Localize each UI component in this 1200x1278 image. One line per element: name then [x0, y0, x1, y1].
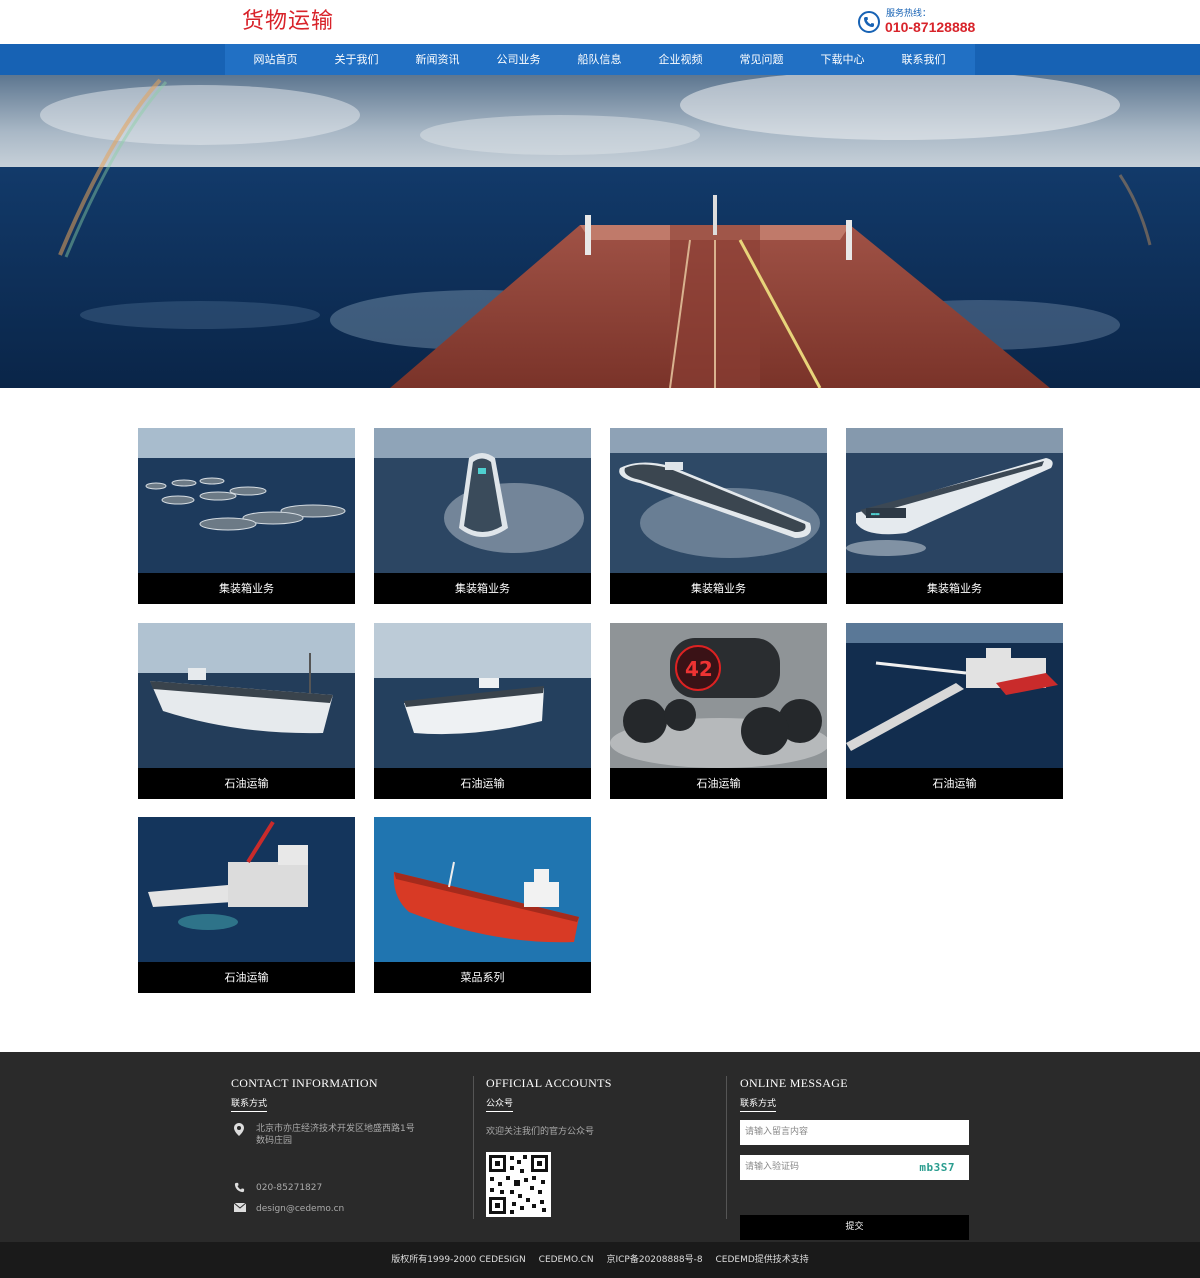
captcha-input[interactable]: 请输入验证码 mb3S7: [740, 1155, 969, 1180]
mail-icon: [233, 1202, 247, 1216]
footer-divider: [726, 1076, 727, 1219]
email-link[interactable]: design@cedemo.cn: [256, 1203, 416, 1215]
product-caption: 菜品系列: [460, 971, 505, 984]
footer-contact-column: CONTACT INFORMATION 联系方式 北京市亦庄经济技术开发区地盛西…: [231, 1076, 461, 1221]
nav-item-about[interactable]: 关于我们: [316, 44, 397, 75]
message-subtitle: 联系方式: [740, 1096, 777, 1112]
product-image-crane-vessel: [138, 817, 355, 962]
product-card[interactable]: 菜品系列: [374, 817, 591, 993]
product-caption: 石油运输: [932, 777, 977, 790]
message-content-input[interactable]: 请输入留言内容: [740, 1120, 969, 1145]
product-card[interactable]: 集装箱业务: [138, 428, 355, 604]
nav-item-faq[interactable]: 常见问题: [721, 44, 802, 75]
footer-official-column: OFFICIAL ACCOUNTS 公众号 欢迎关注我们的官方公众号: [486, 1076, 706, 1221]
product-caption: 石油运输: [696, 777, 741, 790]
product-image-vessel-side: ▬▬: [846, 428, 1063, 573]
product-caption: 石油运输: [224, 777, 269, 790]
nav-item-business[interactable]: 公司业务: [478, 44, 559, 75]
footer-message-column: ONLINE MESSAGE 联系方式 请输入留言内容 请输入验证码 mb3S7…: [740, 1076, 969, 1240]
location-pin-icon: [234, 1123, 244, 1140]
contact-subtitle: 联系方式: [231, 1096, 268, 1112]
contact-title: CONTACT INFORMATION: [231, 1076, 378, 1090]
site-footer: CONTACT INFORMATION 联系方式 北京市亦庄经济技术开发区地盛西…: [0, 1052, 1200, 1242]
product-card[interactable]: 石油运输: [846, 623, 1063, 799]
nav-item-video[interactable]: 企业视频: [640, 44, 721, 75]
product-image-white-hull-front: [374, 623, 591, 768]
nav-item-home[interactable]: 网站首页: [235, 44, 316, 75]
tech-support: CEDEMD提供技术支持: [715, 1255, 809, 1265]
hotline-number: 010-87128888: [885, 19, 976, 35]
phone-icon: [234, 1182, 245, 1197]
captcha-placeholder: 请输入验证码: [745, 1162, 800, 1172]
product-image-fleet: [138, 428, 355, 573]
nav-inner: 网站首页 关于我们 新闻资讯 公司业务 船队信息 企业视频 常见问题 下载中心 …: [225, 44, 975, 75]
main-nav: 网站首页 关于我们 新闻资讯 公司业务 船队信息 企业视频 常见问题 下载中心 …: [0, 44, 1200, 75]
nav-item-news[interactable]: 新闻资讯: [397, 44, 478, 75]
product-caption: 石油运输: [224, 971, 269, 984]
official-title: OFFICIAL ACCOUNTS: [486, 1076, 612, 1090]
footer-divider: [473, 1076, 474, 1219]
hero-banner: [0, 75, 1200, 388]
product-card[interactable]: 集装箱业务: [374, 428, 591, 604]
submit-button[interactable]: 提交: [740, 1215, 969, 1240]
product-image-white-hull: [138, 623, 355, 768]
svg-text:▬▬: ▬▬: [871, 510, 880, 518]
copyright-bar: 版权所有1999-2000 CEDESIGN CEDEMO.CN 京ICP备20…: [0, 1242, 1200, 1278]
product-card[interactable]: 42 石油运输: [610, 623, 827, 799]
product-card[interactable]: 集装箱业务: [610, 428, 827, 604]
product-image-red-tanker: [374, 817, 591, 962]
product-image-pipe-laying: [846, 623, 1063, 768]
svg-text:42: 42: [685, 657, 713, 681]
nav-item-contact[interactable]: 联系我们: [883, 44, 964, 75]
product-caption: 集装箱业务: [219, 582, 274, 595]
site-logo[interactable]: 货物运输: [242, 6, 334, 38]
message-title: ONLINE MESSAGE: [740, 1076, 848, 1090]
banner-ship-image: [0, 75, 1200, 388]
phone-icon: [858, 11, 880, 33]
icp-number[interactable]: 京ICP备20208888号-8: [606, 1255, 702, 1265]
captcha-code[interactable]: mb3S7: [919, 1155, 955, 1180]
phone-text: 020-85271827: [256, 1183, 323, 1193]
hotline: 服务热线： 010-87128888: [858, 9, 988, 37]
product-card[interactable]: 石油运输: [138, 817, 355, 993]
product-card[interactable]: 石油运输: [138, 623, 355, 799]
copyright-domain[interactable]: CEDEMO.CN: [539, 1255, 594, 1265]
nav-item-fleet[interactable]: 船队信息: [559, 44, 640, 75]
product-image-robot-vehicle: 42: [610, 623, 827, 768]
product-image-vessel-top: [374, 428, 591, 573]
official-subtitle: 公众号: [486, 1096, 514, 1112]
nav-item-download[interactable]: 下载中心: [802, 44, 883, 75]
product-card[interactable]: ▬▬ 集装箱业务: [846, 428, 1063, 604]
product-caption: 集装箱业务: [927, 582, 982, 595]
product-caption: 石油运输: [460, 777, 505, 790]
hotline-label: 服务热线：: [886, 9, 932, 19]
product-caption: 集装箱业务: [691, 582, 746, 595]
copyright-text: 版权所有1999-2000 CEDESIGN: [391, 1255, 526, 1265]
address-text: 北京市亦庄经济技术开发区地盛西路1号数码庄园: [256, 1124, 415, 1146]
qr-code-image: [486, 1152, 551, 1217]
product-image-vessel-angled: [610, 428, 827, 573]
official-welcome-text: 欢迎关注我们的官方公众号: [486, 1127, 595, 1137]
site-header: 货物运输 服务热线： 010-87128888: [0, 0, 1200, 44]
product-card[interactable]: 石油运输: [374, 623, 591, 799]
product-caption: 集装箱业务: [455, 582, 510, 595]
